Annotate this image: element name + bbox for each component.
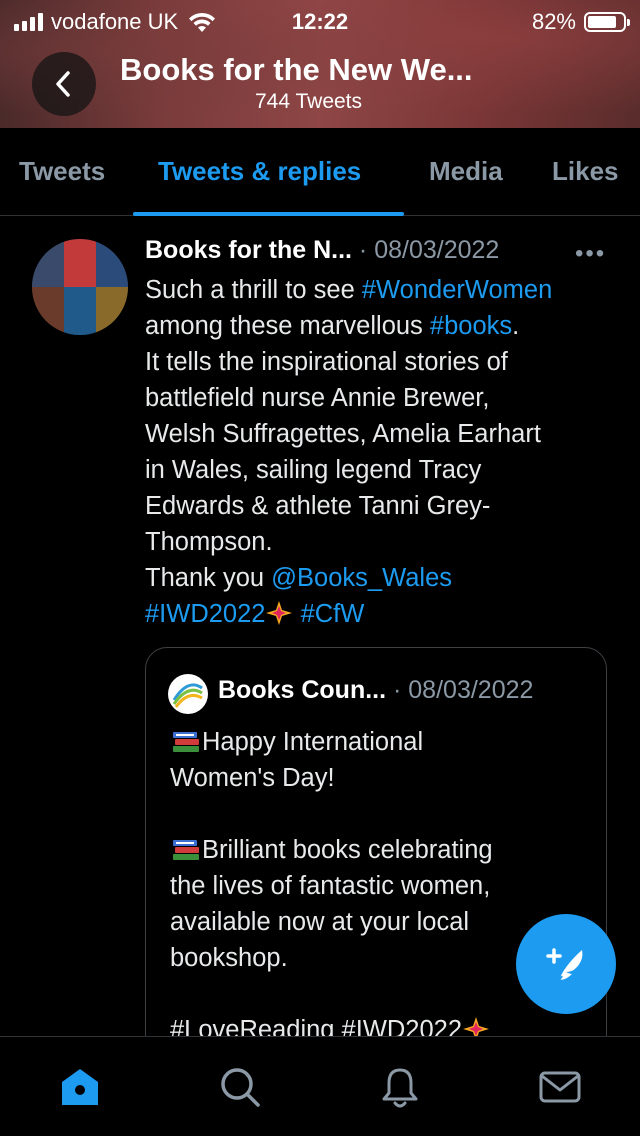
chevron-left-icon <box>56 71 70 97</box>
back-button[interactable] <box>32 52 96 116</box>
tab-media[interactable]: Media <box>429 156 503 187</box>
tweet-text-segment: among these marvellous <box>145 312 430 340</box>
battery-percent: 82% <box>531 9 576 34</box>
quoted-author-avatar <box>168 674 208 714</box>
home-icon[interactable] <box>58 1065 102 1109</box>
quoted-separator: · <box>386 676 409 704</box>
search-icon[interactable] <box>218 1065 262 1109</box>
quoted-tweet-text: Happy International Women's Day! Brillia… <box>170 724 590 1048</box>
iwd-sparkle-icon <box>266 601 293 625</box>
profile-name-title: Books for the New We... <box>120 52 473 87</box>
books-emoji-icon <box>173 840 199 860</box>
tweet-author-name[interactable]: Books for the N... <box>145 236 352 264</box>
quoted-text-line: Happy International <box>202 728 424 756</box>
notifications-icon[interactable] <box>378 1065 422 1109</box>
tweet-text-segment: Thank you <box>145 564 272 592</box>
battery-icon <box>584 12 630 32</box>
profile-tabs: Tweets Tweets & replies Media Likes <box>0 128 640 216</box>
quoted-text-line: Women's Day! <box>170 764 335 792</box>
tab-tweets-and-replies[interactable]: Tweets & replies <box>158 156 361 187</box>
compose-tweet-button[interactable] <box>516 914 616 1014</box>
quoted-text-line: Brilliant books celebrating <box>202 836 493 864</box>
quoted-author-name: Books Coun... <box>218 676 387 704</box>
tweet-text-line: Welsh Suffragettes, Amelia Earhart <box>145 420 541 448</box>
messages-icon[interactable] <box>538 1065 582 1109</box>
tweet-separator: · <box>351 236 375 264</box>
tweet-text-line: Edwards & athlete Tanni Grey- <box>145 492 491 520</box>
tab-likes[interactable]: Likes <box>552 156 619 187</box>
tweet-header: Books for the N... · 08/03/2022 <box>145 236 499 265</box>
tweet-text-line: It tells the inspirational stories of <box>145 348 508 376</box>
tab-tweets[interactable]: Tweets <box>19 156 105 187</box>
mention-link[interactable]: @Books_Wales <box>271 564 452 592</box>
tweet-text-line: Thompson. <box>145 528 273 556</box>
books-emoji-icon <box>173 732 199 752</box>
tweet-text-line: battlefield nurse Annie Brewer, <box>145 384 490 412</box>
tweet-date[interactable]: 08/03/2022 <box>374 236 499 264</box>
more-options-icon[interactable]: ••• <box>575 240 606 268</box>
hashtag-link[interactable]: #books <box>430 312 512 340</box>
active-tab-indicator <box>133 212 404 216</box>
status-bar: vodafone UK 12:22 82% <box>0 6 640 38</box>
hashtag-link[interactable]: #IWD2022 <box>145 600 265 628</box>
quoted-tweet-header: Books Coun... · 08/03/2022 <box>218 676 533 705</box>
compose-tweet-icon <box>546 948 583 983</box>
tweet-text: Such a thrill to see #WonderWomen among … <box>145 272 615 632</box>
quoted-text-line: the lives of fantastic women, <box>170 872 491 900</box>
hashtag-link[interactable]: #WonderWomen <box>362 276 552 304</box>
tweet-text-segment: . <box>512 312 520 340</box>
bottom-navigation <box>0 1036 640 1136</box>
author-avatar[interactable] <box>32 239 128 335</box>
tweet-text-segment: Such a thrill to see <box>145 276 362 304</box>
quoted-date: 08/03/2022 <box>408 676 534 704</box>
tweet-text-line: in Wales, sailing legend Tracy <box>145 456 482 484</box>
hashtag-link[interactable]: #CfW <box>301 600 365 628</box>
tweet-count: 744 Tweets <box>255 90 363 113</box>
